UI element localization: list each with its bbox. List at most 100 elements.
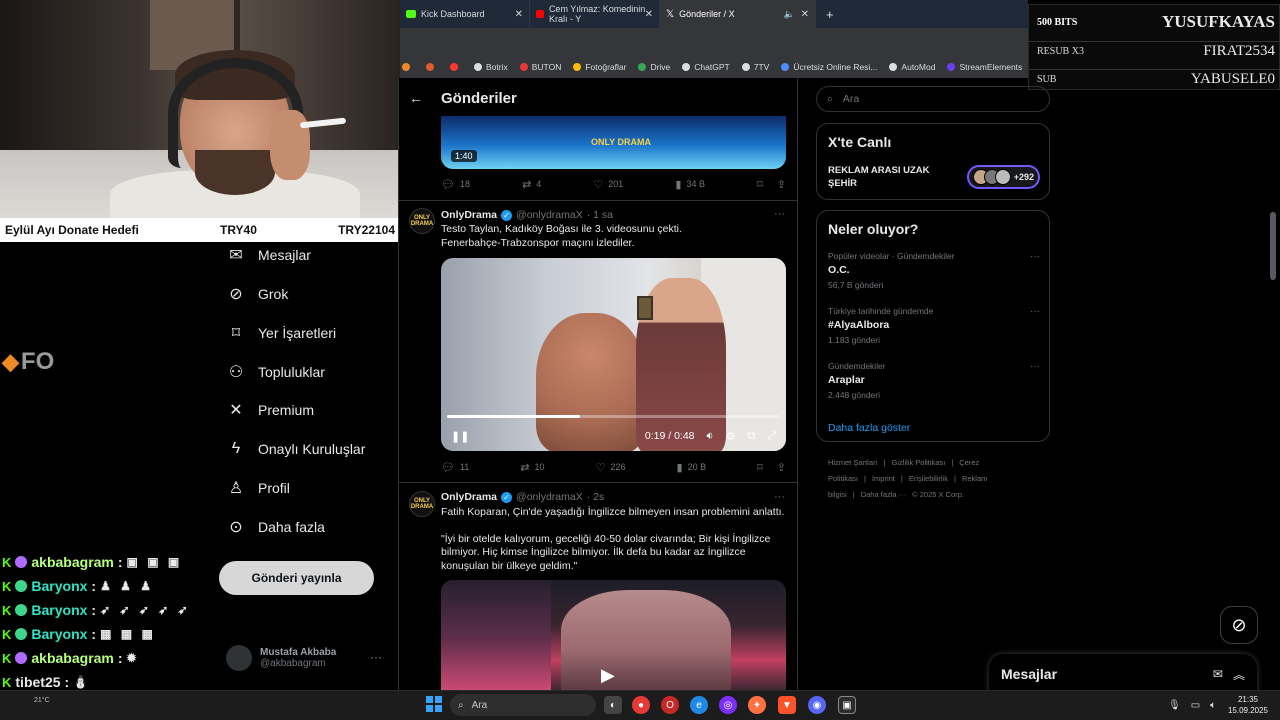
network-icon[interactable]: ▭: [1191, 700, 1200, 711]
fullscreen-icon[interactable]: ⤢: [767, 430, 776, 443]
tweet-author-name[interactable]: OnlyDrama: [441, 209, 497, 221]
bookmark-item[interactable]: Fotoğraflar: [573, 62, 626, 72]
tweet-time[interactable]: · 2s: [587, 491, 605, 503]
obs-icon[interactable]: ▣: [838, 696, 856, 714]
search-input[interactable]: ⌕ Ara: [816, 86, 1050, 112]
bookmark-icon[interactable]: ⌑: [757, 178, 763, 191]
avatar[interactable]: ONLY DRAMA: [409, 491, 435, 517]
bookmark-item[interactable]: AutoMod: [889, 62, 935, 72]
microphone-icon[interactable]: 🎙︎: [1168, 700, 1181, 711]
bookmark-icon[interactable]: ⌑: [757, 461, 763, 474]
video-progress-bar[interactable]: [447, 415, 780, 418]
tweet-author-name[interactable]: OnlyDrama: [441, 491, 497, 503]
trend-item[interactable]: Türkiye tarihinde gündemde #AlyaAlbora 1…: [828, 306, 1040, 345]
tweet-video-thumbnail[interactable]: ONLY DRAMA 1:40: [441, 116, 786, 169]
more-dots-icon[interactable]: ···: [774, 208, 785, 220]
speaker-icon[interactable]: 🔈: [784, 9, 795, 20]
new-message-icon[interactable]: ✉: [1213, 667, 1223, 681]
chrome-icon[interactable]: ●: [632, 696, 650, 714]
more-dots-icon[interactable]: ···: [1030, 251, 1040, 262]
more-dots-icon[interactable]: ···: [370, 650, 382, 664]
bookmark-item[interactable]: [426, 63, 438, 71]
close-tab-icon[interactable]: ✕: [515, 9, 523, 20]
firefox-icon[interactable]: ✦: [748, 696, 766, 714]
tweet-video-player[interactable]: ❚❚ 0:19 / 0:48 🔉︎ ⚙ ⧉ ⤢: [441, 258, 786, 451]
live-listeners-pill[interactable]: +292: [966, 165, 1040, 189]
nav-item-grok[interactable]: ⊘ Grok: [226, 275, 288, 313]
tab-x-posts[interactable]: 𝕏 Gönderiler / X 🔈 ✕: [660, 0, 816, 28]
more-dots-icon[interactable]: ···: [1030, 306, 1040, 317]
taskbar-search[interactable]: ⌕ Ara: [450, 694, 596, 716]
close-tab-icon[interactable]: ✕: [645, 9, 653, 20]
bookmark-item[interactable]: BUTON: [519, 62, 561, 72]
new-tab-button[interactable]: +: [826, 7, 834, 22]
tweet-author-handle[interactable]: @onlydramaX: [516, 491, 583, 503]
address-bar[interactable]: [400, 28, 1028, 56]
views-button[interactable]: ▮ 34 B: [675, 178, 705, 191]
discord-icon[interactable]: ◉: [808, 696, 826, 714]
app-icon[interactable]: ◎: [719, 696, 737, 714]
bookmark-item[interactable]: [402, 63, 414, 71]
settings-gear-icon[interactable]: ⚙: [725, 430, 735, 443]
bookmark-item[interactable]: 7TV: [741, 62, 769, 72]
windows-start-icon[interactable]: [426, 696, 442, 712]
nav-item-daha-fazla[interactable]: ⊙ Daha fazla: [226, 508, 325, 546]
share-icon[interactable]: ⇪: [777, 461, 786, 474]
more-dots-icon[interactable]: ···: [774, 491, 785, 503]
footer-link[interactable]: Imprint: [872, 474, 895, 483]
messages-drawer[interactable]: Mesajlar ✉ ︽: [989, 654, 1257, 694]
like-button[interactable]: ♡ 226: [596, 461, 626, 474]
trend-item[interactable]: Popüler videolar · Gündemdekiler O.C. 56…: [828, 251, 1040, 290]
trend-item[interactable]: Gündemdekiler Araplar 2.448 gönderi ···: [828, 361, 1040, 400]
tweet-author-handle[interactable]: @onlydramaX: [516, 209, 583, 221]
volume-icon[interactable]: 🔉︎: [707, 430, 714, 443]
footer-link[interactable]: Hizmet Şartları: [828, 458, 878, 467]
pause-icon[interactable]: ❚❚: [451, 430, 469, 443]
more-dots-icon[interactable]: ···: [1030, 361, 1040, 372]
reply-button[interactable]: 💬︎ 18: [441, 178, 470, 191]
show-more-link[interactable]: Daha fazla göster: [828, 418, 910, 436]
bookmark-item[interactable]: Ücretsiz Online Resi...: [781, 62, 877, 72]
bookmark-item[interactable]: Botrix: [474, 62, 508, 72]
post-button[interactable]: Gönderi yayınla: [219, 561, 374, 595]
grok-floating-button[interactable]: ⊘: [1220, 606, 1258, 644]
nav-item-mesajlar[interactable]: ✉ Mesajlar: [226, 236, 311, 274]
play-icon[interactable]: ▶: [601, 665, 625, 689]
bookmark-item[interactable]: [450, 63, 462, 71]
weather-widget[interactable]: 21°C: [34, 697, 50, 704]
tweet-time[interactable]: · 1 sa: [587, 209, 613, 221]
page-scrollbar[interactable]: [1270, 212, 1276, 280]
footer-link[interactable]: Erişilebilirlik: [909, 474, 948, 483]
bookmark-item[interactable]: ChatGPT: [682, 62, 730, 72]
share-icon[interactable]: ⇪: [777, 178, 786, 191]
nav-item-topluluklar[interactable]: ⚇ Topluluklar: [226, 353, 325, 391]
back-arrow-icon[interactable]: ←: [409, 90, 423, 106]
taskbar-clock[interactable]: 21:35 15.09.2025: [1222, 694, 1274, 718]
repost-button[interactable]: ⇄ 10: [520, 461, 544, 474]
chevron-up-icon[interactable]: ︽: [1233, 666, 1245, 683]
edge-icon[interactable]: e: [690, 696, 708, 714]
live-space-row[interactable]: REKLAM ARASI UZAK ŞEHİR +292: [828, 164, 1040, 190]
pip-icon[interactable]: ⧉: [747, 430, 755, 443]
tab-kick-dashboard[interactable]: Kick Dashboard ✕: [400, 0, 530, 28]
task-view-icon[interactable]: ◐: [604, 696, 622, 714]
repost-button[interactable]: ⇄ 4: [522, 178, 541, 191]
tweet-video-thumbnail[interactable]: ▶: [441, 580, 786, 690]
views-button[interactable]: ▮ 20 B: [677, 461, 707, 474]
footer-link[interactable]: Gizlilik Politikası: [892, 458, 946, 467]
nav-item-profil[interactable]: ♙ Profil: [226, 469, 290, 507]
nav-item-yer-i-şaretleri[interactable]: ⌑ Yer İşaretleri: [226, 314, 336, 352]
tab-youtube[interactable]: Cem Yılmaz: Komedinin Kralı - Y ✕: [530, 0, 660, 28]
brave-icon[interactable]: ▼: [778, 696, 796, 714]
account-switcher[interactable]: Mustafa Akbaba @akbabagram ···: [226, 640, 386, 676]
avatar[interactable]: ONLY DRAMA: [409, 208, 435, 234]
speaker-icon[interactable]: 🔈︎: [1210, 700, 1216, 711]
reply-button[interactable]: 💬︎ 11: [441, 461, 469, 474]
close-tab-icon[interactable]: ✕: [801, 9, 809, 20]
bookmark-item[interactable]: StreamElements: [947, 62, 1022, 72]
like-button[interactable]: ♡ 201: [593, 178, 623, 191]
footer-link[interactable]: © 2025 X Corp.: [912, 490, 964, 499]
nav-item-onaylı-kuruluşlar[interactable]: ϟ Onaylı Kuruluşlar: [226, 430, 366, 468]
nav-item-premium[interactable]: ✕ Premium: [226, 391, 314, 429]
bookmark-item[interactable]: Drive: [638, 62, 670, 72]
